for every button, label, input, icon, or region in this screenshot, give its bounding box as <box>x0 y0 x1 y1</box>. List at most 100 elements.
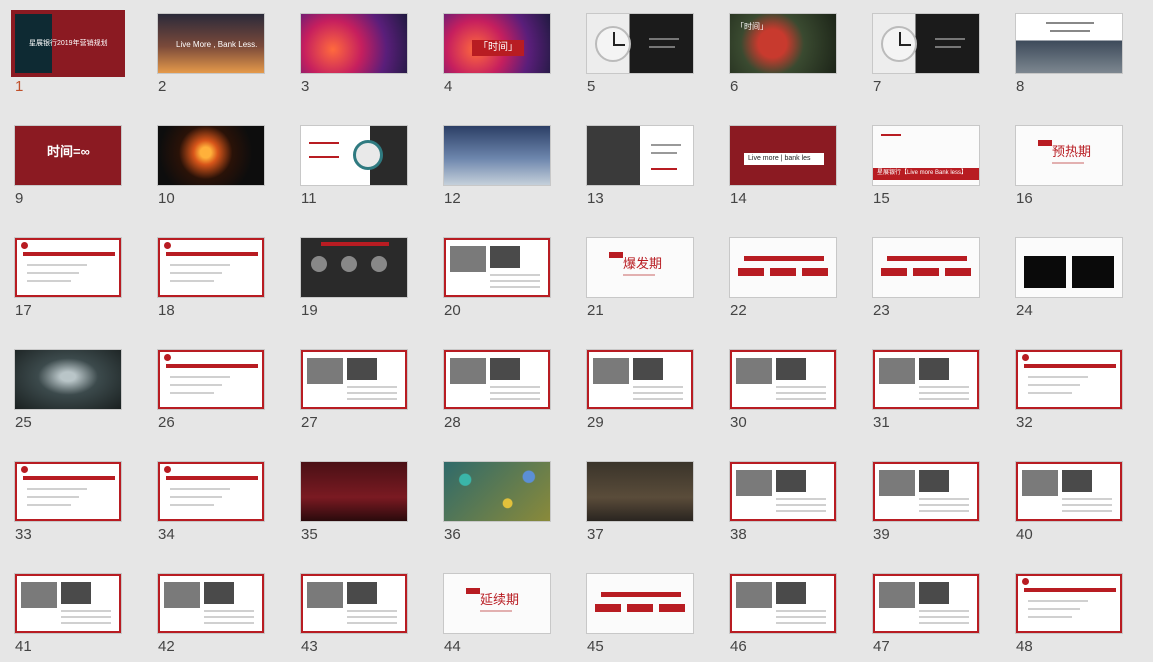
slide-thumbnail[interactable]: 35 <box>286 448 429 560</box>
slide-thumbnail-art: Live more | bank les <box>730 126 836 185</box>
slide-thumbnail[interactable]: 8 <box>1001 0 1144 112</box>
slide-thumbnail[interactable]: 36 <box>429 448 572 560</box>
slide-thumbnail[interactable]: 19 <box>286 224 429 336</box>
slide-thumbnail-preview[interactable]: 星展银行【Live more Bank less】 <box>872 125 980 186</box>
slide-thumbnail[interactable]: 27 <box>286 336 429 448</box>
slide-thumbnail[interactable]: 时间=∞ 9 <box>0 112 143 224</box>
slide-thumbnail-preview[interactable]: 「时间」 <box>443 13 551 74</box>
slide-thumbnail-preview[interactable] <box>729 349 837 410</box>
slide-thumbnail[interactable]: 爆发期 21 <box>572 224 715 336</box>
slide-thumbnail-preview[interactable] <box>586 125 694 186</box>
slide-thumbnail-preview[interactable] <box>586 461 694 522</box>
slide-thumbnail-art <box>158 350 264 409</box>
slide-thumbnail[interactable]: 42 <box>143 560 286 662</box>
slide-thumbnail[interactable]: 26 <box>143 336 286 448</box>
slide-thumbnail-preview[interactable]: 时间=∞ <box>14 125 122 186</box>
slide-thumbnail-preview[interactable] <box>157 125 265 186</box>
slide-thumbnail[interactable]: 47 <box>858 560 1001 662</box>
slide-thumbnail-preview[interactable] <box>1015 349 1123 410</box>
slide-thumbnail[interactable]: 31 <box>858 336 1001 448</box>
slide-thumbnail-preview[interactable] <box>300 461 408 522</box>
slide-number: 44 <box>444 638 461 655</box>
slide-thumbnail[interactable]: 38 <box>715 448 858 560</box>
slide-thumbnail[interactable]: 13 <box>572 112 715 224</box>
slide-thumbnail[interactable]: 延续期 44 <box>429 560 572 662</box>
slide-thumbnail-preview[interactable]: 「时间」 <box>729 13 837 74</box>
slide-thumbnail[interactable]: 星展银行【Live more Bank less】 15 <box>858 112 1001 224</box>
slide-thumbnail-preview[interactable] <box>157 573 265 634</box>
slide-thumbnail-preview[interactable] <box>872 13 980 74</box>
slide-thumbnail-preview[interactable] <box>1015 13 1123 74</box>
slide-thumbnail-preview[interactable] <box>14 349 122 410</box>
slide-thumbnail-preview[interactable] <box>872 461 980 522</box>
slide-thumbnail[interactable]: Live more | bank les 14 <box>715 112 858 224</box>
slide-thumbnail-preview[interactable] <box>300 125 408 186</box>
slide-thumbnail[interactable]: 「时间」 6 <box>715 0 858 112</box>
slide-thumbnail[interactable]: 23 <box>858 224 1001 336</box>
slide-thumbnail-preview[interactable] <box>157 461 265 522</box>
slide-thumbnail-preview[interactable] <box>443 237 551 298</box>
slide-thumbnail-preview[interactable] <box>300 13 408 74</box>
slide-thumbnail-preview[interactable] <box>300 573 408 634</box>
slide-thumbnail-preview[interactable] <box>729 237 837 298</box>
slide-thumbnail[interactable]: 预热期 16 <box>1001 112 1144 224</box>
slide-thumbnail-preview[interactable] <box>14 461 122 522</box>
slide-thumbnail[interactable]: 20 <box>429 224 572 336</box>
slide-thumbnail[interactable]: 29 <box>572 336 715 448</box>
slide-thumbnail[interactable]: 22 <box>715 224 858 336</box>
slide-thumbnail[interactable]: 24 <box>1001 224 1144 336</box>
slide-thumbnail-preview[interactable] <box>443 125 551 186</box>
slide-thumbnail-preview[interactable] <box>1015 237 1123 298</box>
slide-thumbnail[interactable]: 7 <box>858 0 1001 112</box>
slide-thumbnail[interactable]: 39 <box>858 448 1001 560</box>
slide-thumbnail-preview[interactable]: 爆发期 <box>586 237 694 298</box>
slide-thumbnail[interactable]: 32 <box>1001 336 1144 448</box>
slide-thumbnail[interactable]: 10 <box>143 112 286 224</box>
slide-thumbnail[interactable]: 30 <box>715 336 858 448</box>
slide-thumbnail-preview[interactable] <box>157 237 265 298</box>
slide-thumbnail[interactable]: Live More , Bank Less. 2 <box>143 0 286 112</box>
slide-thumbnail-preview[interactable] <box>586 573 694 634</box>
slide-thumbnail[interactable]: 星展银行2019年营销规划 1 <box>0 0 143 112</box>
slide-thumbnail-preview[interactable]: Live More , Bank Less. <box>157 13 265 74</box>
slide-thumbnail-preview[interactable] <box>872 573 980 634</box>
slide-thumbnail-preview[interactable]: 延续期 <box>443 573 551 634</box>
slide-thumbnail[interactable]: 28 <box>429 336 572 448</box>
slide-thumbnail-preview[interactable] <box>586 13 694 74</box>
slide-thumbnail[interactable]: 41 <box>0 560 143 662</box>
slide-thumbnail-preview[interactable] <box>14 237 122 298</box>
slide-thumbnail[interactable]: 18 <box>143 224 286 336</box>
slide-thumbnail[interactable]: 12 <box>429 112 572 224</box>
slide-thumbnail-preview[interactable] <box>300 349 408 410</box>
slide-thumbnail-preview[interactable] <box>443 349 551 410</box>
slide-thumbnail-preview[interactable]: 预热期 <box>1015 125 1123 186</box>
slide-thumbnail[interactable]: 17 <box>0 224 143 336</box>
slide-thumbnail[interactable]: 40 <box>1001 448 1144 560</box>
slide-thumbnail-preview[interactable] <box>872 237 980 298</box>
slide-thumbnail[interactable]: 43 <box>286 560 429 662</box>
slide-thumbnail[interactable]: 45 <box>572 560 715 662</box>
slide-thumbnail[interactable]: 5 <box>572 0 715 112</box>
slide-thumbnail-preview[interactable] <box>300 237 408 298</box>
slide-thumbnail-preview[interactable] <box>872 349 980 410</box>
slide-thumbnail-preview[interactable] <box>729 461 837 522</box>
slide-thumbnail-preview[interactable]: Live more | bank les <box>729 125 837 186</box>
slide-thumbnail-preview[interactable] <box>157 349 265 410</box>
slide-thumbnail[interactable]: 25 <box>0 336 143 448</box>
slide-thumbnail[interactable]: 11 <box>286 112 429 224</box>
slide-thumbnail[interactable]: 33 <box>0 448 143 560</box>
slide-thumbnail-preview[interactable] <box>1015 573 1123 634</box>
slide-thumbnail[interactable]: 48 <box>1001 560 1144 662</box>
slide-thumbnail-preview[interactable] <box>729 573 837 634</box>
slide-thumbnail-preview[interactable] <box>586 349 694 410</box>
slide-thumbnail-preview[interactable] <box>14 573 122 634</box>
slide-thumbnail[interactable]: 3 <box>286 0 429 112</box>
slide-thumbnail-preview[interactable]: 星展银行2019年营销规划 <box>11 10 125 77</box>
slide-thumbnail-art <box>301 238 407 297</box>
slide-thumbnail[interactable]: 37 <box>572 448 715 560</box>
slide-thumbnail[interactable]: 34 <box>143 448 286 560</box>
slide-thumbnail-preview[interactable] <box>443 461 551 522</box>
slide-thumbnail-preview[interactable] <box>1015 461 1123 522</box>
slide-thumbnail[interactable]: 「时间」 4 <box>429 0 572 112</box>
slide-thumbnail[interactable]: 46 <box>715 560 858 662</box>
